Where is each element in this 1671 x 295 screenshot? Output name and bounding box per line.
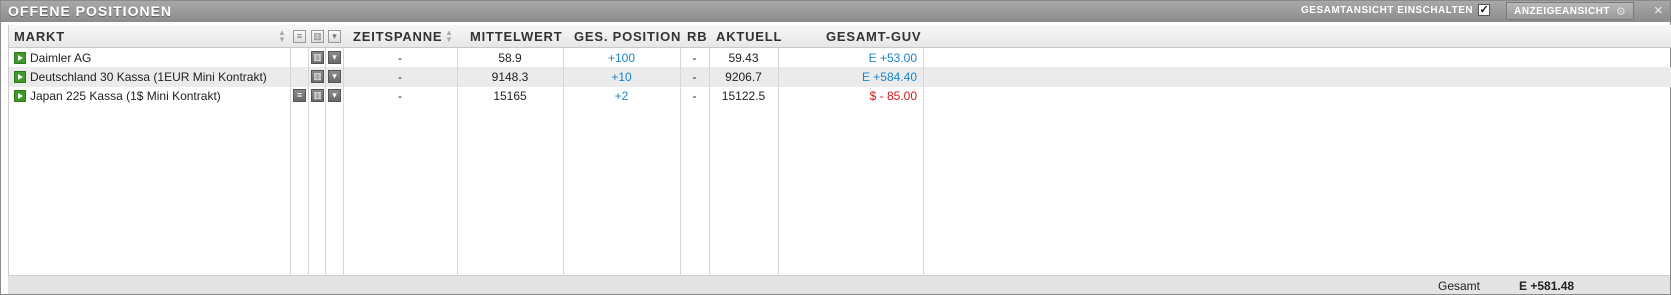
chart-icon: ▥: [311, 30, 324, 43]
overall-view-label: GESAMTANSICHT EINSCHALTEN: [1301, 4, 1474, 16]
note-icon: ≡: [293, 30, 306, 43]
current-value: 59.43: [728, 51, 759, 65]
footer-total-label: Gesamt: [1438, 279, 1481, 293]
open-positions-window: OFFENE POSITIONEN GESAMTANSICHT EINSCHAL…: [0, 0, 1671, 295]
display-view-button-label: ANZEIGEANSICHT: [1514, 5, 1611, 17]
total-pnl-value: E +53.00: [868, 51, 917, 65]
chart-icon[interactable]: ▥: [311, 70, 324, 83]
table-header: MARKT ▲ ▼ ≡ ▥ ▾ ZEITSPANNE ▲ ▼ MITTELWERT …: [9, 25, 1671, 48]
total-position-value: +100: [607, 51, 636, 65]
window-title: OFFENE POSITIONEN: [8, 3, 173, 19]
table-row[interactable]: Daimler AG ▥ ▾ - 58.9 +100 - 59.43 E +53…: [9, 48, 1671, 68]
current-value: 15122.5: [721, 89, 766, 103]
table-row[interactable]: Japan 225 Kassa (1$ Mini Kontrakt) ≡ ▥ ▾…: [9, 86, 1671, 106]
column-header-current[interactable]: AKTUELL: [716, 25, 782, 48]
market-name[interactable]: Daimler AG: [30, 48, 91, 68]
play-icon[interactable]: [14, 71, 26, 83]
average-value: 15165: [493, 89, 527, 103]
rb-value: -: [692, 51, 697, 65]
market-name[interactable]: Japan 225 Kassa (1$ Mini Kontrakt): [30, 86, 221, 106]
total-pnl-value: $ - 85.00: [869, 89, 917, 103]
overall-view-toggle[interactable]: GESAMTANSICHT EINSCHALTEN ✓: [1301, 4, 1491, 16]
title-bar: OFFENE POSITIONEN GESAMTANSICHT EINSCHAL…: [1, 1, 1670, 22]
play-icon[interactable]: [14, 90, 26, 102]
dropdown-icon[interactable]: ▾: [328, 70, 341, 83]
column-header-rb[interactable]: RB: [687, 25, 707, 48]
sort-icon[interactable]: ▲ ▼: [445, 29, 453, 44]
sort-icon[interactable]: ▲ ▼: [278, 29, 286, 44]
display-view-button[interactable]: ANZEIGEANSICHT ⚙: [1506, 2, 1634, 20]
timespan-value: -: [398, 89, 402, 103]
gear-icon: ⚙: [1616, 5, 1626, 18]
positions-table: MARKT ▲ ▼ ≡ ▥ ▾ ZEITSPANNE ▲ ▼ MITTELWERT …: [8, 25, 1671, 275]
overall-view-checkbox[interactable]: ✓: [1478, 4, 1491, 16]
total-pnl-value: E +584.40: [861, 70, 917, 84]
column-header-average[interactable]: MITTELWERT: [470, 25, 563, 48]
column-header-timespan[interactable]: ZEITSPANNE: [353, 25, 442, 48]
market-name[interactable]: Deutschland 30 Kassa (1EUR Mini Kontrakt…: [30, 67, 267, 87]
note-icon[interactable]: ≡: [293, 89, 306, 102]
close-icon[interactable]: ×: [1654, 2, 1663, 19]
total-position-value: +2: [614, 89, 629, 103]
rb-value: -: [692, 89, 697, 103]
average-value: 9148.3: [491, 70, 529, 84]
table-row[interactable]: Deutschland 30 Kassa (1EUR Mini Kontrakt…: [9, 67, 1671, 87]
dropdown-icon[interactable]: ▾: [328, 51, 341, 64]
chart-icon[interactable]: ▥: [311, 89, 324, 102]
column-header-total-position[interactable]: GES. POSITION: [574, 25, 681, 48]
timespan-value: -: [398, 51, 402, 65]
dropdown-icon[interactable]: ▾: [328, 89, 341, 102]
check-icon: ✓: [1479, 4, 1489, 16]
table-footer: Gesamt E +581.48: [8, 275, 1670, 294]
average-value: 58.9: [498, 51, 522, 65]
dropdown-icon: ▾: [328, 30, 341, 43]
column-header-total-pnl[interactable]: GESAMT-GUV: [826, 25, 921, 48]
play-icon[interactable]: [14, 52, 26, 64]
chart-icon[interactable]: ▥: [311, 51, 324, 64]
total-position-value: +10: [611, 70, 632, 84]
timespan-value: -: [398, 70, 402, 84]
footer-total-value: E +581.48: [1519, 279, 1575, 293]
column-header-market[interactable]: MARKT: [14, 25, 65, 48]
rb-value: -: [692, 70, 697, 84]
current-value: 9206.7: [725, 70, 762, 84]
